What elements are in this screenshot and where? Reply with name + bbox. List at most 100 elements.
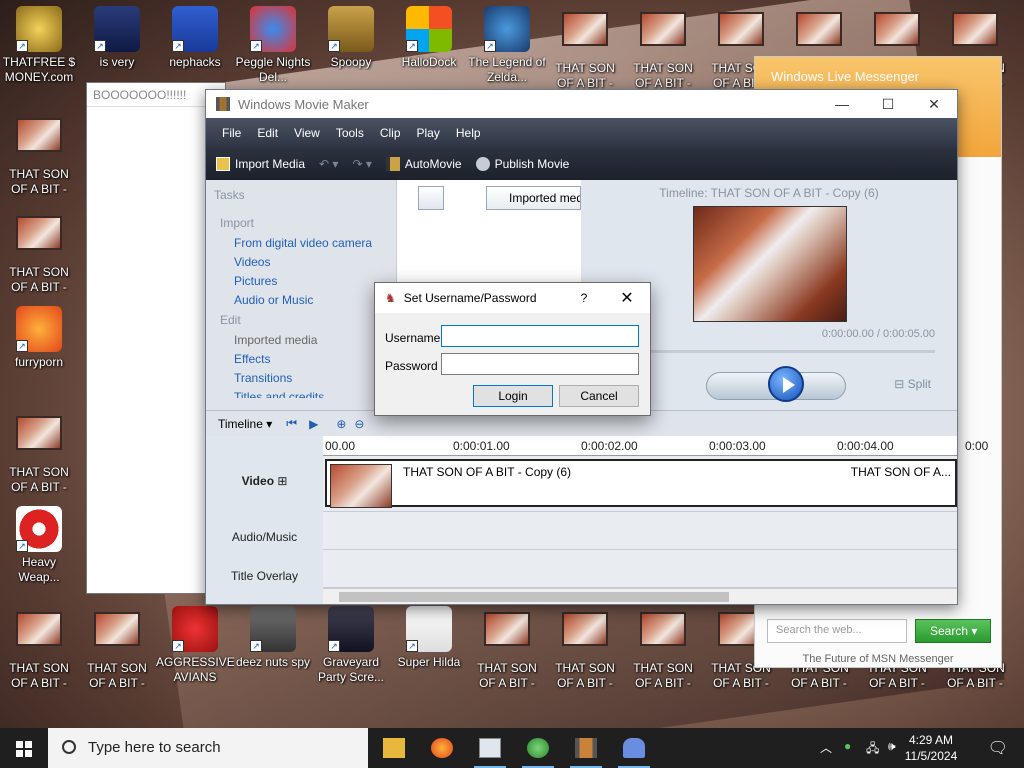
desktop-icon-label: Graveyard Party Scre...: [317, 655, 385, 684]
desktop-icon-label: is very: [99, 55, 135, 69]
zoom-out-icon[interactable]: ⊖: [354, 417, 364, 431]
desktop-icon[interactable]: THAT SON OF A BIT - Cop...: [0, 606, 78, 691]
desktop-icon[interactable]: ↗ deez nuts spy: [234, 606, 312, 670]
task-pictures[interactable]: Pictures: [234, 274, 388, 288]
timeline-ruler[interactable]: 00.00 0:00:01.00 0:00:02.00 0:00:03.00 0:00:…: [323, 436, 988, 456]
desktop-icon[interactable]: ↗ Graveyard Party Scre...: [312, 606, 390, 685]
desktop-icon[interactable]: ↗ nephacks: [156, 6, 234, 70]
play-button[interactable]: [768, 366, 804, 402]
redo-button[interactable]: ↷ ▾: [352, 157, 371, 171]
start-button[interactable]: [0, 728, 48, 768]
audio-track[interactable]: [323, 512, 957, 550]
publish-movie-button[interactable]: Publish Movie: [475, 157, 569, 171]
menu-item-play[interactable]: Play: [409, 126, 448, 140]
timeline-dropdown[interactable]: Timeline ▾: [218, 417, 272, 431]
username-input[interactable]: [441, 325, 639, 347]
help-button[interactable]: ?: [564, 291, 604, 305]
automovie-button[interactable]: AutoMovie: [385, 157, 462, 171]
desktop-icon[interactable]: ↗ Peggle Nights Del...: [234, 6, 312, 85]
desktop-icon[interactable]: ↗ THATFREE $ MONEY.com: [0, 6, 78, 85]
desktop-icon[interactable]: THAT SON OF A BIT - Cop...: [0, 112, 78, 197]
cancel-button[interactable]: Cancel: [559, 385, 639, 407]
rewind-icon[interactable]: ⏮: [286, 416, 297, 431]
desktop-icon-label: THAT SON OF A BIT - Cop...: [633, 61, 693, 90]
menu-item-view[interactable]: View: [286, 126, 328, 140]
desktop-icon-image: ↗: [328, 606, 374, 652]
taskbar-search[interactable]: Type here to search: [48, 728, 368, 768]
desktop-icon-image: [562, 12, 608, 58]
taskbar-notepad[interactable]: [466, 728, 514, 768]
notifications-icon[interactable]: 🗨: [988, 738, 1008, 758]
volume-icon[interactable]: 🕪: [888, 739, 896, 754]
desktop-icon[interactable]: ↗ The Legend of Zelda...: [468, 6, 546, 85]
desktop-icon[interactable]: THAT SON OF A BIT - Cop...: [546, 6, 624, 91]
timeline-scrollbar[interactable]: [323, 588, 957, 604]
messenger-search-input[interactable]: Search the web...: [767, 619, 907, 643]
zoom-in-icon[interactable]: ⊕: [336, 417, 346, 431]
expand-icon[interactable]: ⊞: [277, 474, 287, 488]
login-button[interactable]: Login: [473, 385, 553, 407]
desktop-icon[interactable]: THAT SON OF A BIT - Cop...: [546, 606, 624, 691]
tasks-toggle-button[interactable]: [418, 186, 444, 210]
task-from-camera[interactable]: From digital video camera: [234, 236, 388, 250]
desktop-icon[interactable]: ↗ Spoopy: [312, 6, 390, 70]
desktop-icon[interactable]: THAT SON OF A BIT - Cop...: [624, 6, 702, 91]
task-transitions[interactable]: Transitions: [234, 371, 388, 385]
network-icon[interactable]: 🖧: [866, 739, 879, 760]
task-effects[interactable]: Effects: [234, 352, 388, 366]
tray-messenger-icon[interactable]: ●: [844, 739, 851, 753]
dialog-close-button[interactable]: ✕: [604, 288, 650, 308]
desktop-icon[interactable]: THAT SON OF A BIT - Cop...: [624, 606, 702, 691]
menu-item-tools[interactable]: Tools: [328, 126, 372, 140]
task-imported-media[interactable]: Imported media: [234, 333, 388, 347]
desktop-icon[interactable]: ↗ AGGRESSIVE AVIANS: [156, 606, 234, 685]
title-track-label: Title Overlay: [231, 569, 298, 583]
task-titles[interactable]: Titles and credits: [234, 390, 388, 398]
menu-item-file[interactable]: File: [214, 126, 249, 140]
menu-item-clip[interactable]: Clip: [372, 126, 409, 140]
split-button[interactable]: ⊟ Split: [894, 377, 931, 391]
taskbar-file-explorer[interactable]: [370, 728, 418, 768]
play-timeline-icon[interactable]: ▶: [309, 417, 318, 431]
ruler-tick-label: 00.00: [325, 439, 356, 453]
desktop-icon[interactable]: THAT SON OF A BIT - Cop...: [468, 606, 546, 691]
task-videos[interactable]: Videos: [234, 255, 388, 269]
taskbar-firefox[interactable]: [418, 728, 466, 768]
desktop-icon[interactable]: THAT SON OF A BIT - Cop...: [78, 606, 156, 691]
title-track[interactable]: [323, 550, 957, 588]
login-dialog[interactable]: ♞ Set Username/Password ? ✕ Username Pas…: [374, 282, 651, 416]
minimize-button[interactable]: —: [819, 96, 865, 113]
desktop-icon[interactable]: ↗ Super Hilda: [390, 606, 468, 670]
film-icon: [216, 97, 230, 111]
close-button[interactable]: ✕: [911, 96, 957, 113]
desktop-icon[interactable]: ↗ Heavy Weap...: [0, 506, 78, 585]
tasks-header: Tasks: [214, 188, 245, 202]
collections-button[interactable]: [450, 186, 476, 210]
task-audio[interactable]: Audio or Music: [234, 293, 388, 307]
clock[interactable]: 4:29 AM 11/5/2024: [896, 732, 966, 764]
menu-item-edit[interactable]: Edit: [249, 126, 286, 140]
taskbar-moviemaker[interactable]: [562, 728, 610, 768]
preview-title: Timeline: THAT SON OF A BIT - Copy (6): [659, 186, 879, 200]
desktop-icon[interactable]: THAT SON OF A BIT - Cop...: [0, 410, 78, 495]
collection-dropdown[interactable]: Imported media: [486, 186, 581, 210]
undo-button[interactable]: ↶ ▾: [319, 157, 338, 171]
taskbar-messenger[interactable]: [514, 728, 562, 768]
messenger-search-button[interactable]: Search ▾: [915, 619, 991, 643]
import-media-button[interactable]: Import Media: [216, 157, 305, 171]
maximize-button[interactable]: ☐: [865, 96, 911, 113]
scroll-thumb[interactable]: [339, 592, 729, 602]
menu-item-help[interactable]: Help: [448, 126, 489, 140]
desktop-icon[interactable]: ↗ is very: [78, 6, 156, 70]
password-input[interactable]: [441, 353, 639, 375]
messenger-footer: The Future of MSN Messenger: [802, 653, 954, 665]
desktop-icon[interactable]: ↗ furryporn: [0, 306, 78, 370]
seek-bar[interactable]: [651, 350, 935, 353]
video-clip[interactable]: THAT SON OF A BIT - Copy (6) THAT SON OF…: [325, 459, 957, 508]
tray-chevron-icon[interactable]: ︿: [820, 739, 832, 756]
desktop-icon-image: [94, 612, 140, 658]
taskbar-genie[interactable]: [610, 728, 658, 768]
desktop-icon[interactable]: THAT SON OF A BIT - Cop...: [0, 210, 78, 295]
desktop-icon[interactable]: ↗ HalloDock: [390, 6, 468, 70]
desktop-icon-image: [640, 612, 686, 658]
